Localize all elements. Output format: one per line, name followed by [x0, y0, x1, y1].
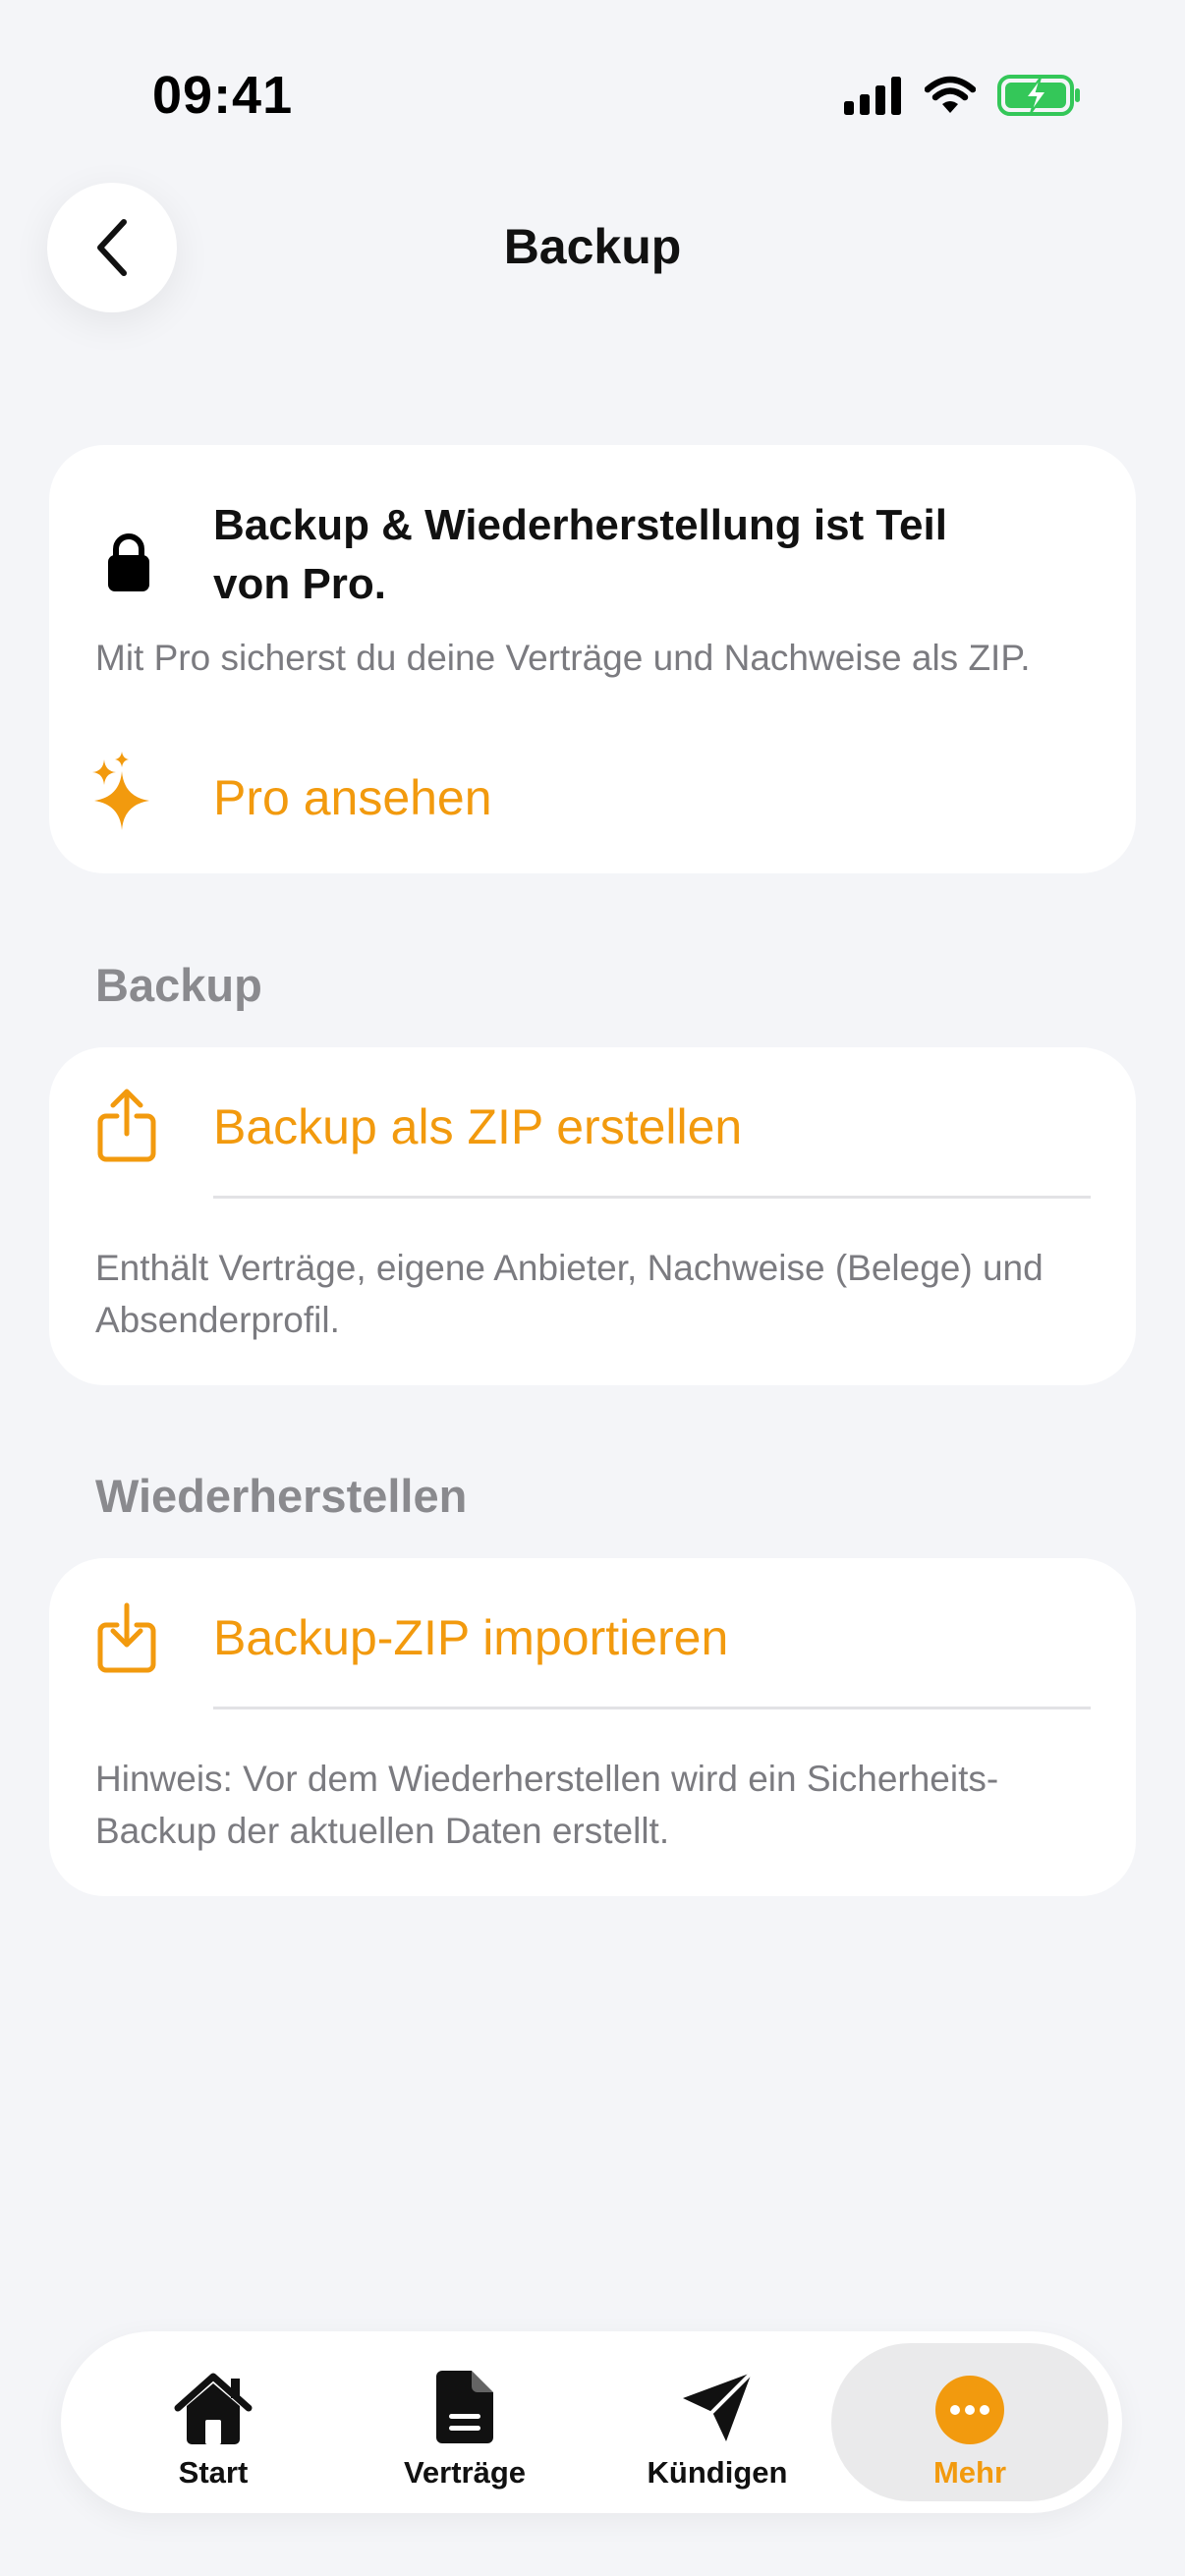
- tab-label-vertraege: Verträge: [403, 2455, 527, 2490]
- download-tray-icon: [97, 1602, 156, 1673]
- view-pro-label: Pro ansehen: [213, 770, 492, 825]
- wifi-icon: [925, 76, 976, 113]
- backup-card: Backup als ZIP erstellen Enthält Verträg…: [49, 1047, 1136, 1385]
- paperplane-icon: [683, 2371, 754, 2441]
- tab-vertraege[interactable]: Verträge: [342, 2343, 588, 2501]
- section-header-restore: Wiederherstellen: [95, 1470, 468, 1522]
- tab-kuendigen[interactable]: Kündigen: [594, 2343, 840, 2501]
- create-zip-backup-label: Backup als ZIP erstellen: [213, 1099, 743, 1154]
- status-time: 09:41: [152, 66, 294, 125]
- create-zip-backup-button[interactable]: Backup als ZIP erstellen: [49, 1047, 1136, 1200]
- divider: [213, 1707, 1091, 1709]
- section-header-backup: Backup: [95, 959, 262, 1011]
- page-title: Backup: [503, 219, 682, 274]
- view-pro-link[interactable]: Pro ansehen: [88, 752, 492, 830]
- share-upload-icon: [97, 1089, 156, 1162]
- lock-icon: [108, 533, 149, 591]
- divider: [213, 1196, 1091, 1199]
- document-icon: [436, 2371, 493, 2443]
- status-bar: 09:41: [0, 0, 1185, 177]
- pro-card-title: Backup & Wiederherstellung ist Teil von …: [213, 501, 947, 608]
- more-icon: [935, 2376, 1004, 2444]
- pro-upsell-card: Backup & Wiederherstellung ist Teil von …: [49, 445, 1136, 873]
- tab-mehr[interactable]: Mehr: [831, 2343, 1108, 2501]
- tab-label-kuendigen: Kündigen: [647, 2455, 788, 2490]
- house-icon: [174, 2373, 253, 2444]
- import-zip-backup-label: Backup-ZIP importieren: [213, 1610, 729, 1665]
- tab-bar: Start Verträge Kündigen Mehr: [61, 2331, 1122, 2513]
- sparkles-icon: [92, 752, 149, 830]
- status-icons: [844, 71, 1082, 120]
- import-zip-backup-button[interactable]: Backup-ZIP importieren: [49, 1558, 1136, 1710]
- cellular-signal-icon: [844, 77, 901, 115]
- battery-charging-icon: [997, 75, 1080, 116]
- pro-card-description: Mit Pro sicherst du deine Verträge und N…: [95, 638, 1031, 678]
- restore-card: Backup-ZIP importieren Hinweis: Vor dem …: [49, 1558, 1136, 1896]
- tab-label-start: Start: [178, 2455, 249, 2490]
- tab-start[interactable]: Start: [90, 2343, 336, 2501]
- restore-note: Hinweis: Vor dem Wiederherstellen wird e…: [95, 1759, 999, 1851]
- backup-note: Enthält Verträge, eigene Anbieter, Nachw…: [95, 1248, 1044, 1340]
- tab-label-mehr: Mehr: [932, 2455, 1007, 2490]
